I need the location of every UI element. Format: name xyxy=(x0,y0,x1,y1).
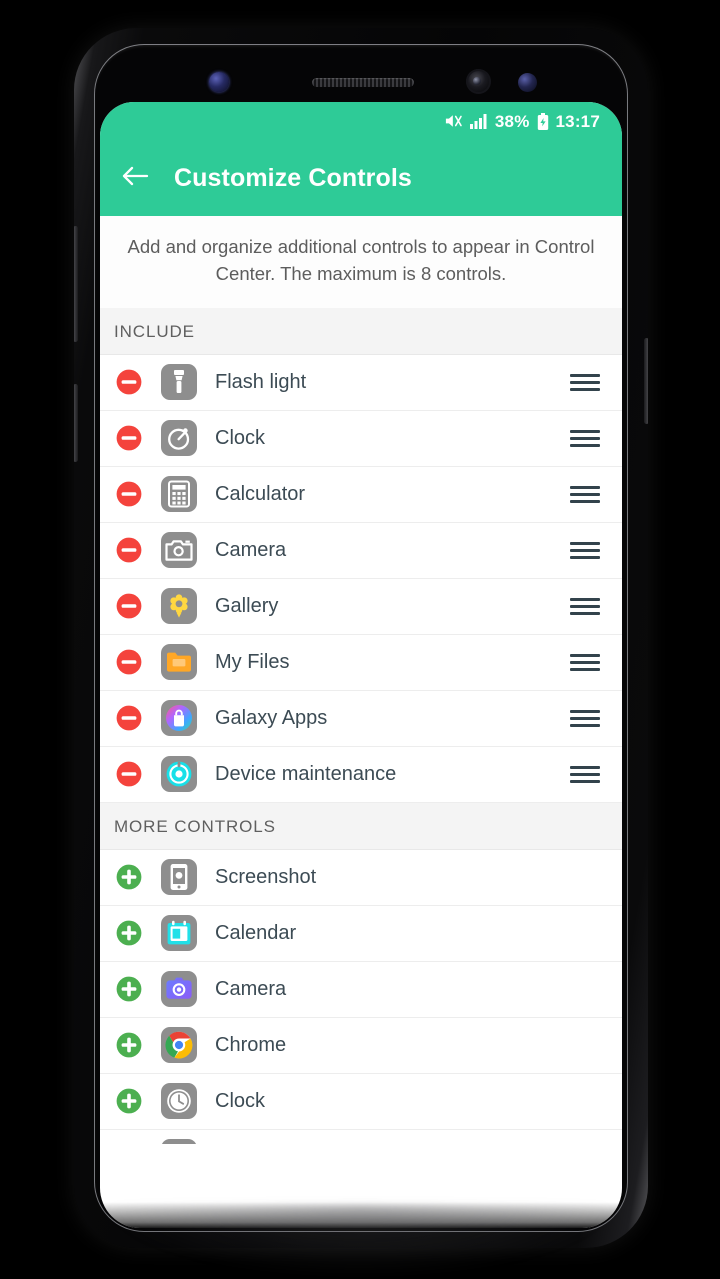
drag-handle[interactable] xyxy=(570,538,600,563)
mute-icon xyxy=(444,113,463,129)
phone-frame: 38% 13:17 Customize Controls Add and org… xyxy=(74,28,648,1248)
drag-handle[interactable] xyxy=(570,370,600,395)
volume-button[interactable] xyxy=(74,226,78,342)
camera-blue-icon xyxy=(161,971,197,1008)
camera-icon xyxy=(161,532,197,569)
remove-control-button[interactable] xyxy=(114,759,144,789)
section-header-more-controls: MORE CONTROLS xyxy=(100,802,622,850)
power-button[interactable] xyxy=(644,338,648,424)
chrome-icon xyxy=(161,1027,197,1064)
remove-control-button[interactable] xyxy=(114,367,144,397)
drag-handle[interactable] xyxy=(570,482,600,507)
remove-control-button[interactable] xyxy=(114,703,144,733)
drag-handle[interactable] xyxy=(570,762,600,787)
drag-handle[interactable] xyxy=(570,594,600,619)
control-row[interactable]: Chrome xyxy=(100,1017,622,1074)
remove-control-button[interactable] xyxy=(114,535,144,565)
control-label: Screenshot xyxy=(215,865,317,888)
control-row[interactable]: Clock xyxy=(100,410,622,467)
remove-control-button[interactable] xyxy=(114,591,144,621)
device-maintenance-icon xyxy=(161,756,197,793)
control-label: Calendar xyxy=(215,921,297,944)
earpiece-speaker-icon xyxy=(312,78,414,87)
galaxy-apps-icon xyxy=(161,700,197,737)
control-row[interactable]: Calculator xyxy=(100,466,622,523)
drag-handle[interactable] xyxy=(570,426,600,451)
control-label: Clock xyxy=(215,426,266,449)
front-camera-icon xyxy=(466,69,491,94)
add-control-button[interactable] xyxy=(114,862,144,892)
remove-control-button[interactable] xyxy=(114,479,144,509)
signal-bars-icon xyxy=(469,113,488,129)
control-row[interactable]: Calendar xyxy=(100,905,622,962)
contacts-icon xyxy=(161,1139,197,1144)
description-line-1: Add and organize additional controls to … xyxy=(127,236,595,257)
page-title: Customize Controls xyxy=(174,163,412,192)
calculator-icon xyxy=(161,476,197,513)
control-row[interactable]: Device maintenance xyxy=(100,746,622,803)
clock-icon xyxy=(161,1083,197,1120)
control-label: Camera xyxy=(215,977,287,1000)
drag-handle[interactable] xyxy=(570,706,600,731)
bixby-button[interactable] xyxy=(74,384,78,462)
gallery-icon xyxy=(161,588,197,625)
section-header-include: INCLUDE xyxy=(100,307,622,355)
control-label: Camera xyxy=(215,538,287,561)
add-control-button[interactable] xyxy=(114,1030,144,1060)
screenshot-icon xyxy=(161,859,197,896)
remove-control-button[interactable] xyxy=(114,647,144,677)
status-bar: 38% 13:17 xyxy=(100,102,622,140)
control-label: Clock xyxy=(215,1089,266,1112)
control-row[interactable]: Camera xyxy=(100,522,622,579)
phone-reflection xyxy=(110,1205,610,1275)
remove-control-button[interactable] xyxy=(114,423,144,453)
iris-scanner-icon xyxy=(209,72,229,92)
app-bar: Customize Controls xyxy=(100,140,622,216)
control-row[interactable]: Camera xyxy=(100,961,622,1018)
control-row[interactable]: Gallery xyxy=(100,578,622,635)
control-label: Chrome xyxy=(215,1033,287,1056)
control-label: Device maintenance xyxy=(215,762,397,785)
control-label: Gallery xyxy=(215,594,279,617)
add-control-button[interactable] xyxy=(114,974,144,1004)
control-row[interactable]: Contacts xyxy=(100,1129,622,1144)
control-label: Flash light xyxy=(215,370,307,393)
proximity-sensor-icon xyxy=(518,73,537,92)
add-control-button[interactable] xyxy=(114,1086,144,1116)
battery-icon xyxy=(537,112,549,130)
add-control-button[interactable] xyxy=(114,1142,144,1144)
back-arrow-icon xyxy=(121,164,149,193)
drag-handle[interactable] xyxy=(570,650,600,675)
add-control-button[interactable] xyxy=(114,918,144,948)
control-row[interactable]: Clock xyxy=(100,1073,622,1130)
control-label: Calculator xyxy=(215,482,306,505)
control-label: My Files xyxy=(215,650,290,673)
back-button[interactable] xyxy=(118,161,152,195)
control-row[interactable]: My Files xyxy=(100,634,622,691)
calendar-icon xyxy=(161,915,197,952)
description-text: Add and organize additional controls to … xyxy=(100,216,622,308)
folder-icon xyxy=(161,644,197,681)
controls-list[interactable]: INCLUDE Flash light Clock Calculator Camera G… xyxy=(100,307,622,1144)
status-bar-clock: 13:17 xyxy=(555,111,600,131)
description-line-2: Center. The maximum is 8 controls. xyxy=(215,262,507,284)
control-row[interactable]: Flash light xyxy=(100,354,622,411)
control-row[interactable]: Screenshot xyxy=(100,849,622,906)
control-row[interactable]: Galaxy Apps xyxy=(100,690,622,747)
stopwatch-icon xyxy=(161,420,197,457)
flashlight-icon xyxy=(161,364,197,401)
phone-screen: 38% 13:17 Customize Controls Add and org… xyxy=(100,102,622,1228)
battery-percentage: 38% xyxy=(494,111,530,131)
control-label: Galaxy Apps xyxy=(215,706,328,729)
